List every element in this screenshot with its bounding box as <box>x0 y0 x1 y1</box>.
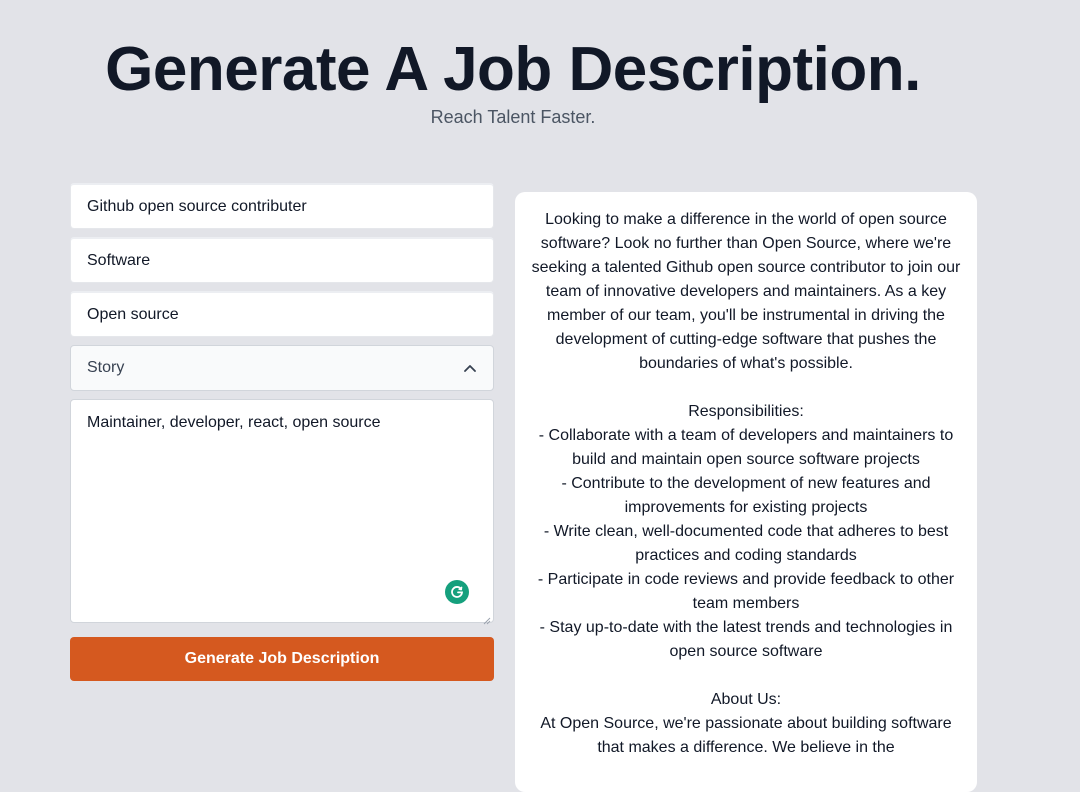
job-description-output: Looking to make a difference in the worl… <box>515 192 977 792</box>
responsibility-item: - Write clean, well-documented code that… <box>543 523 949 564</box>
company-input[interactable] <box>70 291 494 337</box>
keywords-field <box>70 399 494 625</box>
keywords-textarea[interactable] <box>71 400 493 622</box>
page-title: Generate A Job Description. <box>105 35 921 104</box>
chevron-up-icon <box>463 361 477 375</box>
responsibility-item: - Contribute to the development of new f… <box>561 475 931 516</box>
resize-handle-icon[interactable] <box>483 612 491 625</box>
tone-select[interactable]: Story <box>70 345 494 391</box>
responsibilities-heading: Responsibilities: <box>688 403 804 420</box>
about-text: At Open Source, we're passionate about b… <box>540 715 952 756</box>
job-form: Story Generate Job Description <box>70 183 494 681</box>
generate-job-description-button[interactable]: Generate Job Description <box>70 637 494 681</box>
page-header: Generate A Job Description. Reach Talent… <box>0 34 1026 128</box>
responsibility-item: - Participate in code reviews and provid… <box>537 571 955 612</box>
grammarly-icon[interactable] <box>445 580 469 604</box>
responsibility-item: - Stay up-to-date with the latest trends… <box>539 619 953 660</box>
about-heading: About Us: <box>710 691 782 708</box>
page-subtitle: Reach Talent Faster. <box>430 107 596 127</box>
industry-input[interactable] <box>70 237 494 283</box>
job-title-input[interactable] <box>70 183 494 229</box>
description-intro: Looking to make a difference in the worl… <box>531 211 961 372</box>
responsibility-item: - Collaborate with a team of developers … <box>538 427 954 468</box>
tone-select-value: Story <box>87 359 125 376</box>
